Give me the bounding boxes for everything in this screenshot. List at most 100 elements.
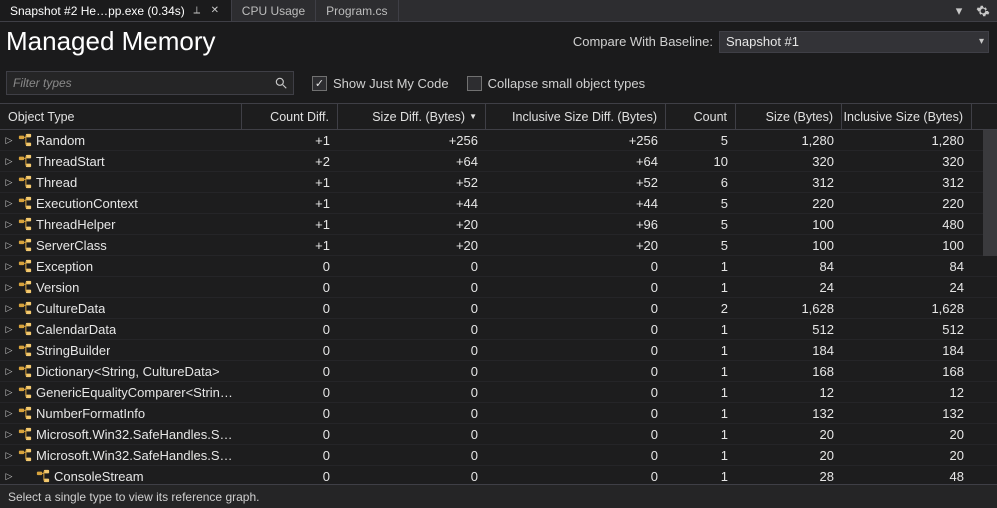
col-incl-size-diff[interactable]: Inclusive Size Diff. (Bytes): [486, 104, 666, 129]
table-row[interactable]: ▷StringBuilder0001184184: [0, 340, 997, 361]
col-size[interactable]: Size (Bytes): [736, 104, 842, 129]
cell-object-type: ▷ ThreadStart: [0, 154, 242, 169]
table-row[interactable]: ▷ThreadStart+2+64+6410320320: [0, 151, 997, 172]
cell-count-diff: +1: [242, 217, 338, 232]
show-just-my-code-checkbox[interactable]: Show Just My Code: [312, 76, 449, 91]
cell-incl-size-diff: +20: [486, 238, 666, 253]
table-row[interactable]: ▷CultureData00021,6281,628: [0, 298, 997, 319]
scrollbar[interactable]: [983, 104, 997, 484]
type-name: ThreadStart: [36, 154, 105, 169]
cell-size: 12: [736, 385, 842, 400]
table-row[interactable]: ▷ThreadHelper+1+20+965100480: [0, 214, 997, 235]
table-row[interactable]: ▷Random+1+256+25651,2801,280: [0, 130, 997, 151]
expander-icon[interactable]: ▷: [4, 261, 14, 271]
table-row[interactable]: ▷ Microsoft.Win32.SafeHandles.SafeFile… 0 0…: [0, 445, 997, 466]
table-header: Object Type Count Diff. Size Diff. (Byte…: [0, 104, 997, 130]
expander-icon[interactable]: ▷: [4, 324, 14, 334]
cell-count-diff: +1: [242, 196, 338, 211]
cell-incl-size-diff: 0: [486, 322, 666, 337]
tab[interactable]: Program.cs: [316, 0, 398, 21]
expander-icon[interactable]: ▷: [4, 450, 14, 460]
gear-icon[interactable]: [975, 3, 991, 19]
cell-object-type: ▷ Microsoft.Win32.SafeHandles.SafeFile…: [0, 448, 242, 463]
table-row[interactable]: ▷Thread+1+52+526312312: [0, 172, 997, 193]
filter-input[interactable]: [7, 76, 269, 90]
col-size-diff[interactable]: Size Diff. (Bytes)▼: [338, 104, 486, 129]
cell-incl-size-diff: 0: [486, 448, 666, 463]
col-object-type[interactable]: Object Type: [0, 104, 242, 129]
cell-count-diff: 0: [242, 448, 338, 463]
class-icon: [18, 448, 32, 462]
expander-icon[interactable]: ▷: [4, 345, 14, 355]
class-icon: [18, 385, 32, 399]
type-name: ConsoleStream: [54, 469, 144, 484]
cell-size: 512: [736, 322, 842, 337]
cell-count: 1: [666, 280, 736, 295]
expander-icon[interactable]: ▷: [4, 471, 14, 481]
col-incl-size[interactable]: Inclusive Size (Bytes): [842, 104, 972, 129]
cell-incl-size-diff: 0: [486, 259, 666, 274]
cell-count: 1: [666, 448, 736, 463]
cell-count: 5: [666, 238, 736, 253]
type-name: Microsoft.Win32.SafeHandles.SafeFile…: [36, 448, 234, 463]
expander-icon[interactable]: ▷: [4, 429, 14, 439]
table-row[interactable]: ▷Dictionary<String, CultureData>00011681…: [0, 361, 997, 382]
tab[interactable]: Snapshot #2 He…pp.exe (0.34s)⟂✕: [0, 0, 232, 21]
tab[interactable]: CPU Usage: [232, 0, 316, 21]
table-row[interactable]: ▷ConsoleStream00012848: [0, 466, 997, 484]
pin-icon[interactable]: ⟂: [191, 5, 203, 17]
table-row[interactable]: ▷Microsoft.Win32.SafeHandles.SafeVie…000…: [0, 424, 997, 445]
cell-incl-size-diff: 0: [486, 469, 666, 484]
expander-icon[interactable]: ▷: [4, 408, 14, 418]
table-row[interactable]: ▷NumberFormatInfo0001132132: [0, 403, 997, 424]
filter-box[interactable]: [6, 71, 294, 95]
table-row[interactable]: ▷CalendarData0001512512: [0, 319, 997, 340]
table: Object Type Count Diff. Size Diff. (Byte…: [0, 104, 997, 484]
close-icon[interactable]: ✕: [209, 5, 221, 17]
cell-object-type: ▷ExecutionContext: [0, 196, 242, 211]
cell-count: 1: [666, 322, 736, 337]
type-name: ServerClass: [36, 238, 107, 253]
cell-incl-size: 480: [842, 217, 972, 232]
cell-count: 5: [666, 196, 736, 211]
expander-icon[interactable]: ▷: [4, 135, 14, 145]
cell-object-type: ▷CultureData: [0, 301, 242, 316]
cell-count-diff: 0: [242, 322, 338, 337]
expander-icon[interactable]: ▷: [4, 219, 14, 229]
cell-size: 132: [736, 406, 842, 421]
tab-label: Program.cs: [326, 4, 387, 18]
class-icon: [18, 406, 32, 420]
table-row[interactable]: ▷Exception00018484: [0, 256, 997, 277]
table-row[interactable]: ▷ServerClass+1+20+205100100: [0, 235, 997, 256]
expander-icon[interactable]: ▷: [4, 240, 14, 250]
cell-incl-size-diff: +64: [486, 154, 666, 169]
class-icon: [18, 175, 32, 189]
col-count-diff[interactable]: Count Diff.: [242, 104, 338, 129]
collapse-small-checkbox[interactable]: Collapse small object types: [467, 76, 646, 91]
expander-icon[interactable]: ▷: [4, 198, 14, 208]
cell-size: 1,280: [736, 133, 842, 148]
show-just-my-code-label: Show Just My Code: [333, 76, 449, 91]
table-row[interactable]: ▷Version00012424: [0, 277, 997, 298]
cell-object-type: ▷Exception: [0, 259, 242, 274]
expander-icon[interactable]: ▷: [4, 282, 14, 292]
class-icon: [36, 469, 50, 483]
cell-size-diff: 0: [338, 343, 486, 358]
table-row[interactable]: ▷ExecutionContext+1+44+445220220: [0, 193, 997, 214]
expander-icon[interactable]: ▷: [4, 156, 14, 166]
cell-count-diff: 0: [242, 385, 338, 400]
chevron-down-icon[interactable]: ▾: [951, 3, 967, 19]
table-row[interactable]: ▷GenericEqualityComparer<String>00011212: [0, 382, 997, 403]
expander-icon[interactable]: ▷: [4, 387, 14, 397]
status-bar: Select a single type to view its referen…: [0, 484, 997, 508]
cell-incl-size-diff: 0: [486, 301, 666, 316]
expander-icon[interactable]: ▷: [4, 303, 14, 313]
search-icon[interactable]: [269, 76, 293, 90]
cell-incl-size-diff: +256: [486, 133, 666, 148]
class-icon: [18, 133, 32, 147]
expander-icon[interactable]: ▷: [4, 366, 14, 376]
baseline-select[interactable]: Snapshot #1 ▾: [719, 31, 989, 53]
col-count[interactable]: Count: [666, 104, 736, 129]
expander-icon[interactable]: ▷: [4, 177, 14, 187]
cell-incl-size-diff: +44: [486, 196, 666, 211]
